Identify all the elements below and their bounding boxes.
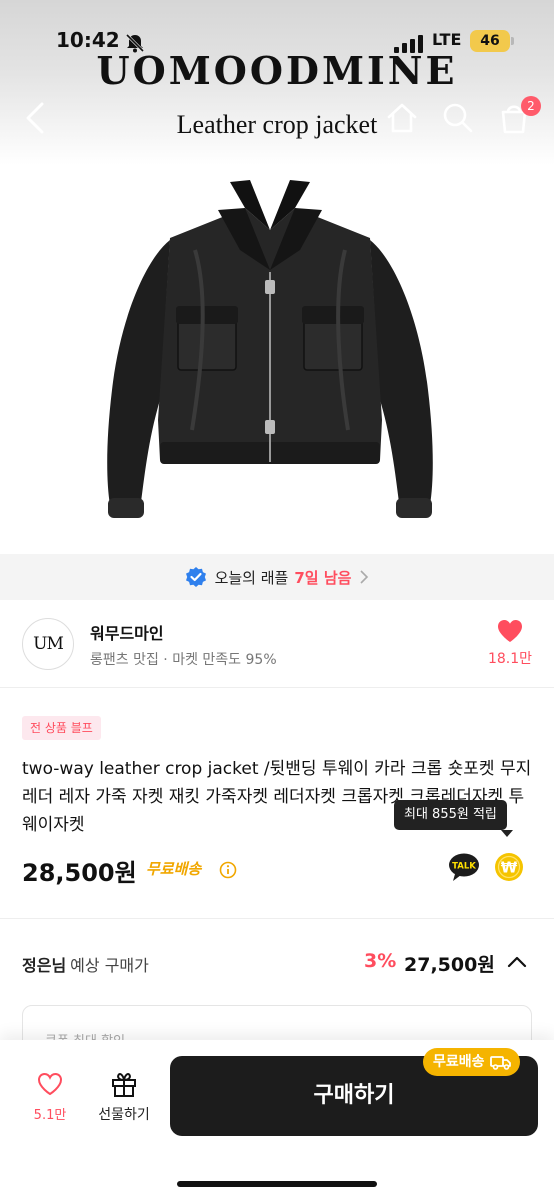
section-divider — [0, 918, 554, 919]
free-shipping-badge: 무료배송 — [423, 1048, 520, 1076]
free-shipping-badge-label: 무료배송 — [433, 1054, 485, 1070]
cart-count-badge: 2 — [521, 96, 541, 116]
raffle-banner[interactable]: 오늘의 래플 7일 남음 — [0, 554, 554, 600]
chevron-up-icon[interactable] — [506, 952, 528, 972]
heart-outline-icon — [37, 1072, 63, 1096]
points-tooltip: 최대 855원 적립 — [394, 800, 507, 830]
truck-icon — [489, 1056, 511, 1070]
tooltip-arrow — [501, 830, 513, 837]
product-price: 28,500원 — [22, 859, 137, 887]
like-count: 5.1만 — [33, 1108, 67, 1123]
brand-logo: UOMOODMINE — [96, 48, 458, 93]
member-price-label: 정은님 예상 구매가 — [22, 952, 149, 976]
expected-price-label: 예상 구매가 — [70, 956, 149, 975]
home-indicator — [177, 1181, 377, 1187]
jacket-photo — [107, 180, 433, 518]
member-name: 정은님 — [22, 956, 67, 975]
gift-label: 선물하기 — [98, 1107, 150, 1123]
promo-tag: 전 상품 블프 — [22, 716, 101, 740]
shop-logo[interactable]: UM — [22, 618, 74, 670]
search-icon[interactable] — [440, 100, 476, 136]
chevron-right-icon — [360, 570, 369, 584]
free-shipping-label: 무료배송 — [146, 860, 202, 878]
shop-name[interactable]: 워무드마인 — [90, 620, 164, 644]
network-label: LTE — [432, 30, 462, 49]
points-coin-icon[interactable]: ₩ — [494, 852, 524, 882]
info-icon[interactable] — [219, 861, 237, 879]
product-image[interactable]: 10:42 LTE 46 UOMOODMINE Leather crop jac… — [0, 0, 554, 554]
like-button[interactable]: 5.1만 — [24, 1068, 76, 1128]
shop-description: 롱팬츠 맛집 · 마켓 만족도 95% — [90, 652, 277, 668]
discount-percent: 3% — [364, 950, 397, 972]
won-symbol: ₩ — [501, 859, 518, 877]
shop-like-count: 18.1만 — [487, 651, 533, 667]
expected-price: 27,500원 — [404, 954, 495, 976]
home-icon[interactable] — [384, 100, 420, 136]
battery-cap — [511, 37, 514, 45]
kakao-talk-icon[interactable]: TALK — [448, 852, 480, 882]
heart-icon[interactable] — [497, 619, 523, 643]
back-icon[interactable] — [20, 100, 50, 136]
bottom-action-bar: 5.1만 선물하기 구매하기 무료배송 — [0, 1040, 554, 1200]
talk-label: TALK — [452, 862, 476, 872]
raffle-label: 오늘의 래플 — [214, 568, 289, 587]
verified-check-icon — [185, 567, 206, 587]
shop-row[interactable]: UM 워무드마인 롱팬츠 맛집 · 마켓 만족도 95% 18.1만 — [0, 600, 554, 688]
gift-icon — [112, 1073, 136, 1097]
gift-button[interactable]: 선물하기 — [90, 1068, 158, 1128]
raffle-remaining: 7일 남음 — [294, 568, 352, 587]
